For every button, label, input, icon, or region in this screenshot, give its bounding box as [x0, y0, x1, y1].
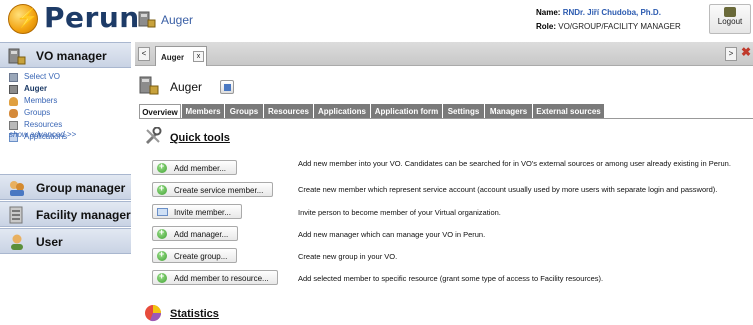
menu-user[interactable]: User — [0, 228, 131, 254]
left-menu: VO manager Select VO Auger Members Group… — [0, 40, 131, 325]
user-icon — [11, 234, 23, 250]
facility-manager-icon — [9, 206, 23, 224]
perun-logo[interactable]: Perun — [8, 1, 140, 36]
tab-overview[interactable]: Overview — [139, 104, 181, 119]
user-role: VO/GROUP/FACILITY MANAGER — [558, 22, 681, 31]
name-label: Name: — [536, 8, 561, 17]
tools-icon — [146, 127, 162, 144]
menu-facility-manager-label: Facility manager — [36, 208, 131, 222]
button-label: Add manager... — [174, 230, 229, 239]
menu-group-manager[interactable]: Group manager — [0, 174, 131, 200]
group-icon — [9, 109, 18, 118]
vo-icon — [138, 11, 156, 28]
add-icon — [157, 161, 167, 173]
menu-facility-manager[interactable]: Facility manager — [0, 201, 131, 227]
vo-manager-icon — [8, 48, 26, 65]
menu-vo-manager-label: VO manager — [36, 49, 107, 63]
add-member-button[interactable]: Add member... — [152, 160, 237, 175]
vo-name: Auger — [170, 80, 203, 94]
quick-tools-title: Quick tools — [170, 132, 230, 144]
create-group-button[interactable]: Create group... — [152, 248, 237, 263]
tab-applications[interactable]: Applications — [314, 104, 370, 119]
menu-user-label: User — [36, 235, 63, 249]
tab-members[interactable]: Members — [182, 104, 224, 119]
create-service-member-button[interactable]: Create service member... — [152, 182, 273, 197]
add-member-to-resource-description: Add selected member to specific resource… — [298, 274, 604, 283]
menu-vo-manager[interactable]: VO manager — [0, 42, 131, 68]
perun-bolt-icon — [8, 4, 38, 34]
server-icon — [9, 121, 18, 130]
vo-icon — [9, 85, 18, 94]
role-label: Role: — [536, 22, 556, 31]
scroll-tabs-left-button[interactable]: < — [138, 47, 150, 61]
show-advanced-link[interactable]: show advanced >> — [9, 130, 76, 139]
button-label: Add member... — [174, 164, 227, 173]
add-member-to-resource-button[interactable]: Add member to resource... — [152, 270, 278, 285]
create-service-member-description: Create new member which represent servic… — [298, 185, 718, 194]
tab-bar: < Auger x > ✖ — [135, 42, 753, 66]
scroll-tabs-right-button[interactable]: > — [725, 47, 737, 61]
tab-close-button[interactable]: x — [193, 51, 204, 62]
sidebar-item-label: Auger — [24, 84, 48, 93]
tab-application-form[interactable]: Application form — [371, 104, 442, 119]
edit-vo-button[interactable] — [220, 80, 234, 94]
tab-external-sources[interactable]: External sources — [533, 104, 604, 119]
subtabs-divider — [139, 118, 753, 119]
add-manager-description: Add new manager which can manage your VO… — [298, 230, 486, 239]
tab-resources[interactable]: Resources — [264, 104, 313, 119]
sidebar-item-groups[interactable]: Groups — [0, 107, 131, 119]
sidebar-item-label: Members — [24, 96, 58, 105]
logout-button[interactable]: Logout — [709, 4, 751, 34]
statistics-title: Statistics — [170, 308, 219, 320]
invite-member-description: Invite person to become member of your V… — [298, 208, 501, 217]
sidebar-item-select-vo[interactable]: Select VO — [0, 71, 131, 83]
add-manager-button[interactable]: Add manager... — [152, 226, 238, 241]
tab-managers[interactable]: Managers — [485, 104, 532, 119]
vo-icon — [139, 76, 159, 95]
context-title[interactable]: Auger — [161, 13, 193, 27]
button-label: Add member to resource... — [174, 274, 269, 283]
logo-text: Perun — [44, 1, 140, 34]
sidebar-item-label: Select VO — [24, 72, 61, 81]
add-member-description: Add new member into your VO. Candidates … — [298, 159, 731, 168]
sidebar-item-auger[interactable]: Auger — [0, 83, 131, 95]
user-name[interactable]: RNDr. Jiří Chudoba, Ph.D. — [563, 8, 661, 17]
add-icon — [157, 183, 167, 195]
menu-group-manager-label: Group manager — [36, 181, 126, 195]
sidebar-item-label: Resources — [24, 120, 63, 129]
tab-settings[interactable]: Settings — [443, 104, 484, 119]
invite-member-button[interactable]: Invite member... — [152, 204, 242, 219]
user-icon — [9, 97, 18, 106]
button-label: Create group... — [174, 252, 228, 261]
add-icon — [157, 249, 167, 261]
add-icon — [157, 227, 167, 239]
tab-groups[interactable]: Groups — [225, 104, 263, 119]
tab-label: Auger — [161, 53, 185, 62]
statistics-icon — [145, 305, 162, 322]
sidebar-item-label: Groups — [24, 108, 51, 117]
tab-auger[interactable]: Auger x — [155, 46, 207, 66]
list-icon — [9, 73, 18, 82]
add-icon — [157, 271, 167, 283]
header: Perun Auger Name: RNDr. Jiří Chudoba, Ph… — [0, 0, 753, 40]
logout-label: Logout — [717, 17, 743, 26]
group-manager-icon — [10, 181, 24, 196]
invite-icon — [157, 208, 168, 216]
user-info: Name: RNDr. Jiří Chudoba, Ph.D. Role: VO… — [536, 6, 681, 34]
create-group-description: Create new group in your VO. — [298, 252, 398, 261]
sidebar-item-members[interactable]: Members — [0, 95, 131, 107]
button-label: Create service member... — [174, 186, 264, 195]
close-all-tabs-icon[interactable]: ✖ — [741, 45, 751, 59]
logout-icon — [724, 7, 736, 17]
button-label: Invite member... — [174, 208, 231, 217]
